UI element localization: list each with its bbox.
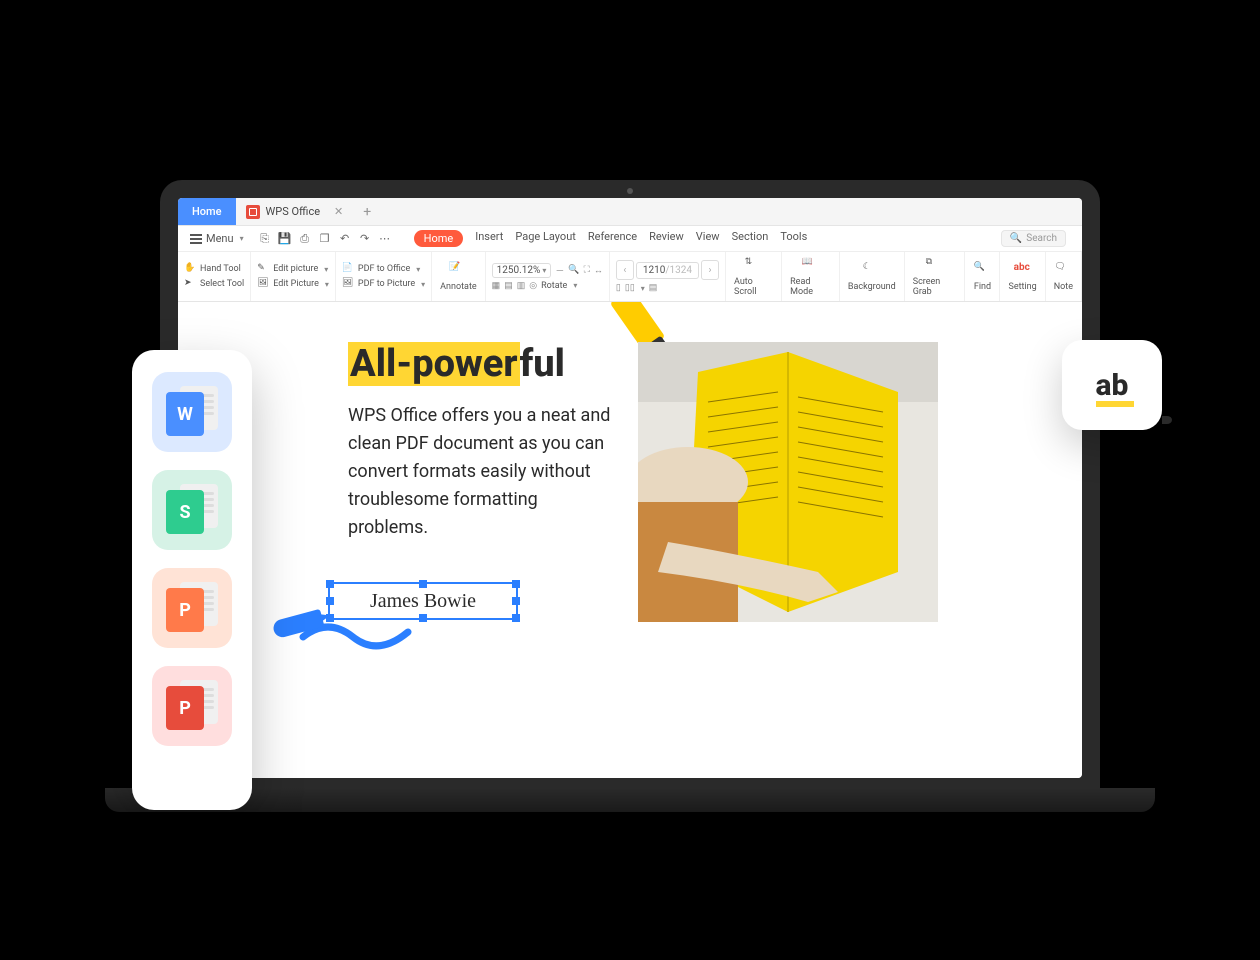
pdf-to-picture-button[interactable]: 🖼PDF to Picture▾: [342, 278, 425, 290]
presentation-app-tile[interactable]: P: [152, 568, 232, 648]
image-icon: 🖼: [257, 278, 269, 290]
background-button[interactable]: ☾Background: [840, 252, 905, 301]
select-tool-button[interactable]: ➤Select Tool: [184, 278, 244, 290]
quick-access-toolbar: ⎘ 💾 ⎙ ❐ ↶ ↷ ⋯: [258, 232, 392, 246]
laptop-frame: Home WPS Office ✕ + Menu ▾ ⎘ 💾 ⎙ ❐ ↶ ↷: [160, 180, 1100, 790]
thumb2-icon[interactable]: ▤: [504, 281, 513, 291]
search-placeholder: Search: [1026, 233, 1057, 244]
headline-highlighted-part: All-power: [348, 342, 520, 386]
screenshot-icon: ⧉: [926, 257, 944, 275]
redo-icon[interactable]: ↷: [358, 232, 372, 246]
titlebar: Home WPS Office ✕ +: [178, 198, 1082, 226]
thumb3-icon[interactable]: ▥: [517, 281, 526, 291]
edit-picture-2-button[interactable]: 🖼Edit Picture▾: [257, 278, 329, 290]
app-launcher-panel: W S P P: [132, 350, 252, 810]
convert-icon: 📄: [342, 263, 354, 275]
page-prev-button[interactable]: ‹: [616, 260, 634, 280]
open-icon[interactable]: ⎘: [258, 232, 272, 246]
ab-label: ab: [1096, 368, 1129, 403]
ribbon-tab-view[interactable]: View: [696, 230, 720, 247]
pdf-app-tile[interactable]: P: [152, 666, 232, 746]
thumb1-icon[interactable]: ▦: [492, 281, 501, 291]
note-button[interactable]: 🗨Note: [1046, 252, 1082, 301]
edit-icon: ✎: [257, 263, 269, 275]
moon-icon: ☾: [863, 262, 881, 280]
menu-label: Menu: [206, 232, 234, 245]
search-icon: 🔍: [1010, 233, 1022, 244]
menu-button[interactable]: Menu ▾: [184, 230, 250, 247]
page-next-button[interactable]: ›: [701, 260, 719, 280]
export-image-icon: 🖼: [342, 278, 354, 290]
app-window: Home WPS Office ✕ + Menu ▾ ⎘ 💾 ⎙ ❐ ↶ ↷: [178, 198, 1082, 778]
edit-picture-button[interactable]: ✎Edit picture▾: [257, 263, 329, 275]
find-icon: 🔍: [973, 262, 991, 280]
auto-scroll-icon: ⇅: [745, 257, 763, 275]
writer-app-tile[interactable]: W: [152, 372, 232, 452]
page-number-input[interactable]: 1210/1324: [636, 262, 699, 279]
ribbon-tab-review[interactable]: Review: [649, 230, 684, 247]
screen-grab-button[interactable]: ⧉Screen Grab: [905, 252, 966, 301]
headline-rest-part: ful: [520, 342, 565, 386]
signature-text: James Bowie: [330, 590, 516, 613]
print-preview-icon[interactable]: ❐: [318, 232, 332, 246]
ribbon-tab-tools[interactable]: Tools: [780, 230, 807, 247]
document-body-text: WPS Office offers you a neat and clean P…: [348, 402, 618, 541]
layout2-icon[interactable]: ▯▯: [625, 283, 635, 293]
ribbon-toolbar: ✋Hand Tool ➤Select Tool ✎Edit picture▾ 🖼…: [178, 252, 1082, 302]
document-headline: All-powerful: [348, 342, 565, 386]
cursor-icon: ➤: [184, 278, 196, 290]
ab-flourish-icon: [1162, 416, 1172, 424]
more-icon[interactable]: ⋯: [378, 232, 392, 246]
annotate-button[interactable]: 📝 Annotate: [432, 252, 486, 301]
spreadsheet-icon: S: [166, 490, 204, 534]
rotate-button[interactable]: Rotate: [541, 281, 567, 291]
document-canvas[interactable]: All-powerful WPS Office offers you a nea…: [178, 302, 1082, 778]
setting-button[interactable]: abcSetting: [1000, 252, 1045, 301]
auto-scroll-button[interactable]: ⇅Auto Scroll: [726, 252, 782, 301]
laptop-base: [105, 788, 1155, 812]
hamburger-icon: [190, 238, 202, 240]
hand-icon: ✋: [184, 263, 196, 275]
pdf-doc-icon: [246, 205, 260, 219]
pdf-icon: P: [166, 686, 204, 730]
ribbon-tab-insert[interactable]: Insert: [475, 230, 503, 247]
search-input[interactable]: 🔍 Search: [1001, 230, 1066, 247]
tab-document-label: WPS Office: [266, 205, 321, 218]
note-icon: 🗨: [1054, 262, 1072, 280]
ribbon-tab-reference[interactable]: Reference: [588, 230, 637, 247]
pdf-to-office-button[interactable]: 📄PDF to Office▾: [342, 263, 425, 275]
thumb4-icon[interactable]: ◎: [529, 281, 537, 291]
presentation-icon: P: [166, 588, 204, 632]
ribbon-tabs: Home Insert Page Layout Reference Review…: [414, 230, 808, 247]
annotate-icon: 📝: [449, 262, 467, 280]
writer-icon: W: [166, 392, 204, 436]
menubar: Menu ▾ ⎘ 💾 ⎙ ❐ ↶ ↷ ⋯ Home Insert Page La…: [178, 226, 1082, 252]
text-highlight-card[interactable]: ab: [1062, 340, 1162, 430]
zoom-in-icon[interactable]: 🔍: [568, 265, 579, 275]
tab-document[interactable]: WPS Office ✕: [236, 205, 354, 219]
print-icon[interactable]: ⎙: [298, 232, 312, 246]
undo-icon[interactable]: ↶: [338, 232, 352, 246]
read-mode-button[interactable]: 📖Read Mode: [782, 252, 840, 301]
layout1-icon[interactable]: ▯: [616, 283, 621, 293]
chevron-down-icon: ▾: [240, 234, 244, 243]
zoom-input[interactable]: 1250.12%▾: [492, 263, 552, 278]
tab-home[interactable]: Home: [178, 198, 236, 225]
ribbon-tab-page-layout[interactable]: Page Layout: [515, 230, 576, 247]
tab-close-icon[interactable]: ✕: [334, 205, 343, 218]
save-icon[interactable]: 💾: [278, 232, 292, 246]
ribbon-tab-home[interactable]: Home: [414, 230, 464, 247]
spreadsheet-app-tile[interactable]: S: [152, 470, 232, 550]
book-icon: 📖: [802, 257, 820, 275]
tab-add-icon[interactable]: +: [363, 204, 371, 220]
layout3-icon[interactable]: ▤: [649, 283, 658, 293]
hand-tool-button[interactable]: ✋Hand Tool: [184, 263, 244, 275]
fit-width-icon[interactable]: ↔: [594, 265, 603, 276]
abc-icon: abc: [1014, 262, 1032, 280]
find-button[interactable]: 🔍Find: [965, 252, 1000, 301]
ribbon-tab-section[interactable]: Section: [732, 230, 769, 247]
document-photo: [638, 342, 938, 622]
zoom-out-icon[interactable]: －: [555, 264, 564, 277]
fit-page-icon[interactable]: ⛶: [584, 265, 590, 275]
